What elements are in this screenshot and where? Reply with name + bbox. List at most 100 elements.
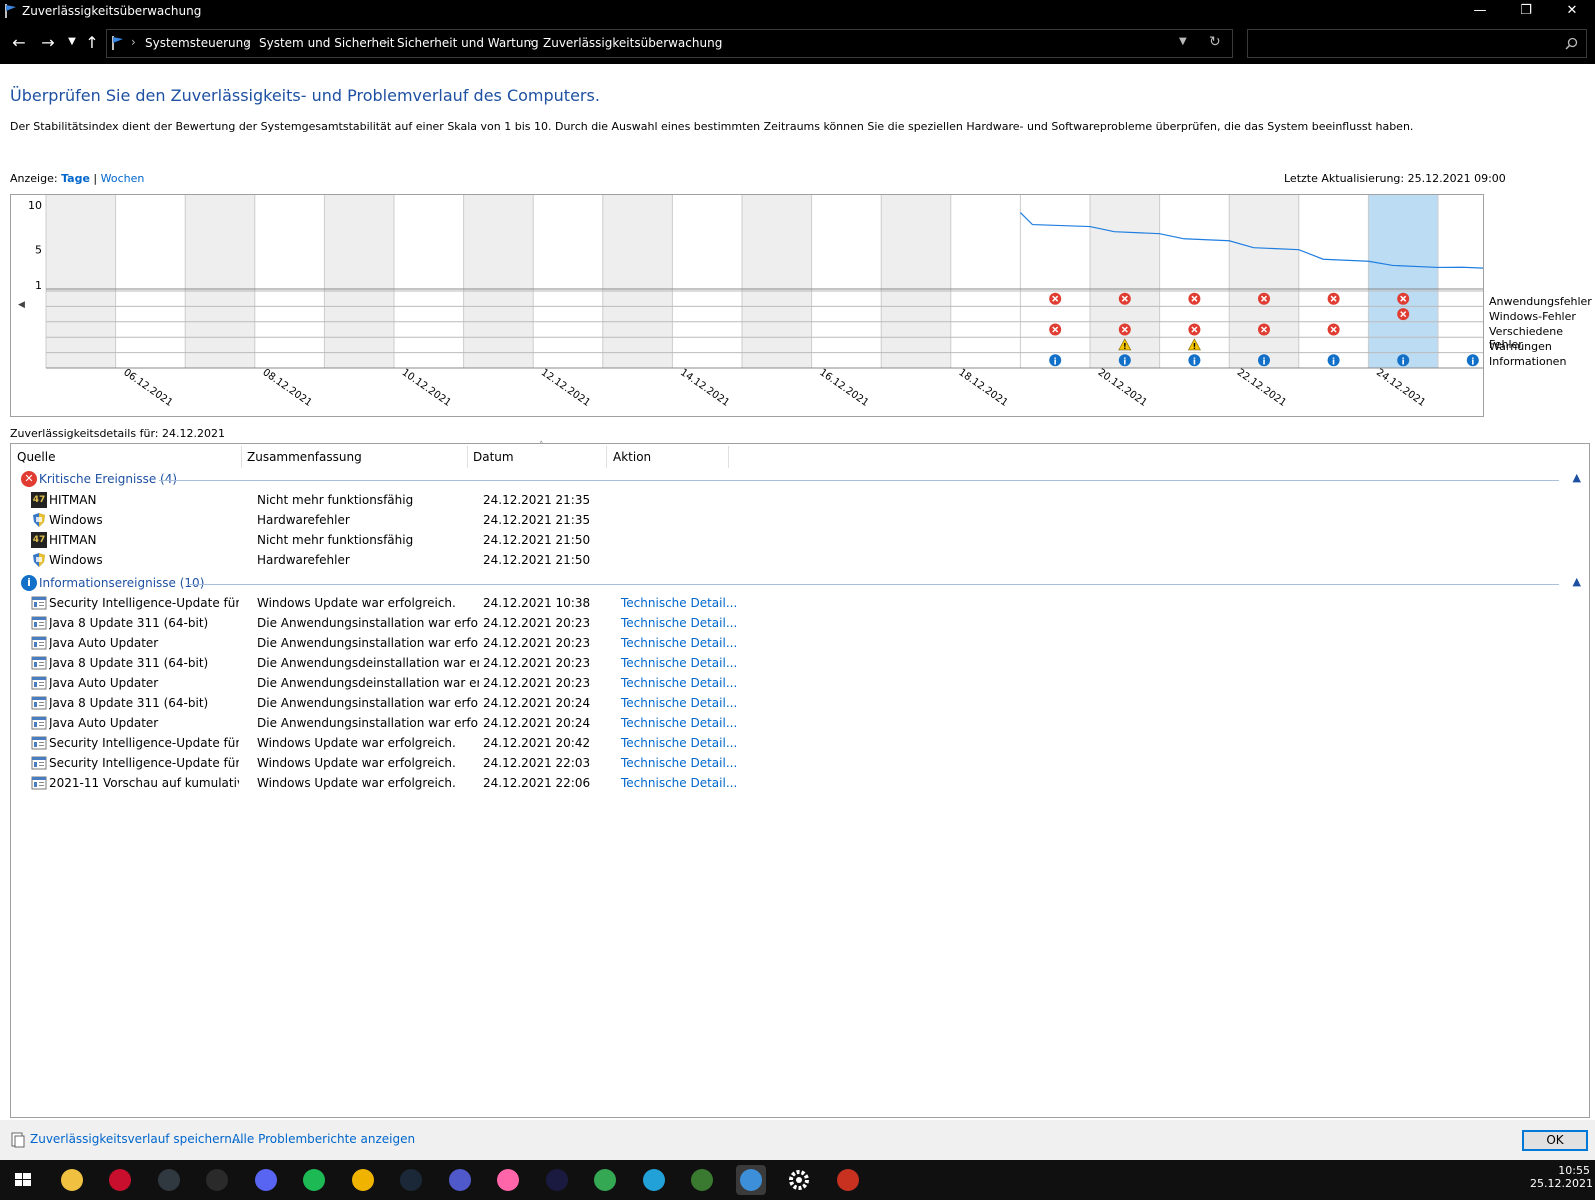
discord-icon[interactable] xyxy=(251,1165,281,1195)
chart-day-column[interactable] xyxy=(254,195,325,368)
windows-start-icon[interactable] xyxy=(8,1165,38,1195)
breadcrumb-zuverlaessigkeitsueberwachung[interactable]: Zuverlässigkeitsüberwachung xyxy=(543,36,722,50)
column-header-source[interactable]: Quelle xyxy=(17,450,55,468)
chart-day-column[interactable] xyxy=(115,195,186,368)
table-row[interactable]: 2021-11 Vorschau auf kumulatives... Windo… xyxy=(31,773,1591,793)
technical-details-link[interactable]: Technische Detail... xyxy=(621,716,737,730)
column-header-action[interactable]: Aktion xyxy=(613,450,651,468)
stability-chart[interactable]: 10 5 1!! i i i i i i i 06.12.2021 08.12.2021 10.12.2… xyxy=(10,194,1520,417)
save-history-link[interactable]: Zuverlässigkeitsverlauf speichern... xyxy=(30,1132,243,1146)
minecraft-icon[interactable] xyxy=(687,1165,717,1195)
chart-day-column[interactable] xyxy=(1368,195,1438,368)
table-row[interactable]: Security Intelligence-Update für M... Win… xyxy=(31,733,1591,753)
all-reports-link[interactable]: Alle Problemberichte anzeigen xyxy=(232,1132,415,1146)
chart-day-column[interactable] xyxy=(324,195,394,368)
chart-day-column[interactable] xyxy=(463,195,534,368)
chrome-icon[interactable] xyxy=(590,1165,620,1195)
column-header-summary[interactable]: Zusammenfassung xyxy=(247,450,362,468)
refresh-icon[interactable]: ↻ xyxy=(1209,34,1221,50)
chart-day-column[interactable] xyxy=(533,195,603,368)
stability-chart-svg[interactable]: 10 5 1! ! i i i i i i i 06.12.2021 08.12.2021 10.12.2… xyxy=(11,195,1520,416)
chart-day-column[interactable] xyxy=(185,195,255,368)
group-critical-events[interactable]: ✕ Kritische Ereignisse (4) ▲ xyxy=(21,471,1581,489)
column-divider[interactable] xyxy=(728,446,729,468)
osu-icon[interactable] xyxy=(493,1165,523,1195)
chart-day-column[interactable] xyxy=(1298,195,1369,368)
table-row[interactable]: Windows Hardwarefehler 24.12.2021 21:35 xyxy=(31,510,1591,530)
table-row[interactable]: Java 8 Update 311 (64-bit) Die Anwendungs… xyxy=(31,613,1591,633)
address-bar[interactable]: › Systemsteuerung › System und Sicherhei… xyxy=(106,29,1233,58)
chart-day-column[interactable] xyxy=(1229,195,1299,368)
collapse-icon[interactable]: ▲ xyxy=(1573,471,1581,484)
table-row[interactable]: Java Auto Updater Die Anwendungsdeinstall… xyxy=(31,673,1591,693)
game-app-icon[interactable] xyxy=(833,1165,863,1195)
g-hub-icon[interactable] xyxy=(154,1165,184,1195)
chart-day-column[interactable] xyxy=(672,195,742,368)
settings-icon[interactable] xyxy=(784,1165,814,1195)
view-weeks-link[interactable]: Wochen xyxy=(101,172,145,185)
table-row[interactable]: Security Intelligence-Update für M... Win… xyxy=(31,593,1591,613)
technical-details-link[interactable]: Technische Detail... xyxy=(621,656,737,670)
taskbar-clock[interactable]: 10:55 25.12.2021 xyxy=(1530,1164,1593,1190)
reliability-monitor-icon[interactable] xyxy=(735,1165,766,1195)
breadcrumb-sicherheit-und-wartung[interactable]: Sicherheit und Wartung xyxy=(397,36,539,50)
chart-day-column[interactable] xyxy=(46,195,116,368)
column-header-date[interactable]: Datum xyxy=(473,450,514,468)
row-source: Java 8 Update 311 (64-bit) xyxy=(49,616,209,630)
scroll-left-icon[interactable]: ◀ xyxy=(18,300,25,310)
breadcrumb-separator: › xyxy=(383,35,388,49)
spotify-icon[interactable] xyxy=(299,1165,329,1195)
breadcrumb-system-und-sicherheit[interactable]: System und Sicherheit xyxy=(259,36,395,50)
up-button[interactable]: ↑ xyxy=(81,33,103,52)
technical-details-link[interactable]: Technische Detail... xyxy=(621,596,737,610)
chart-day-column[interactable] xyxy=(881,195,951,368)
table-row[interactable]: Java 8 Update 311 (64-bit) Die Anwendungs… xyxy=(31,693,1591,713)
teams-icon[interactable] xyxy=(445,1165,475,1195)
chart-day-column[interactable] xyxy=(602,195,673,368)
chart-day-column[interactable] xyxy=(1020,195,1090,368)
breadcrumb-systemsteuerung[interactable]: Systemsteuerung xyxy=(145,36,251,50)
chart-day-column[interactable] xyxy=(394,195,464,368)
table-row[interactable]: Java Auto Updater Die Anwendungsinstallat… xyxy=(31,633,1591,653)
technical-details-link[interactable]: Technische Detail... xyxy=(621,736,737,750)
chart-day-column[interactable] xyxy=(1438,195,1508,368)
events-list[interactable]: Quelle Zusammenfassung Datum ˄ Aktion ✕ … xyxy=(10,441,1591,1118)
table-row[interactable]: 47 HITMAN Nicht mehr funktionsfähig 24.12.2… xyxy=(31,530,1591,550)
drone-app-icon[interactable] xyxy=(639,1165,669,1195)
back-button[interactable]: ← xyxy=(8,33,30,52)
opera-icon[interactable] xyxy=(105,1165,135,1195)
chart-day-column[interactable] xyxy=(950,195,1021,368)
table-row[interactable]: Windows Hardwarefehler 24.12.2021 21:50 xyxy=(31,550,1591,570)
table-row[interactable]: Java 8 Update 311 (64-bit) Die Anwendungs… xyxy=(31,653,1591,673)
technical-details-link[interactable]: Technische Detail... xyxy=(621,756,737,770)
chart-day-column[interactable] xyxy=(742,195,812,368)
table-row[interactable]: Security Intelligence-Update für M... Win… xyxy=(31,753,1591,773)
chevron-down-icon[interactable]: ▼ xyxy=(1179,36,1187,47)
technical-details-link[interactable]: Technische Detail... xyxy=(621,676,737,690)
technical-details-link[interactable]: Technische Detail... xyxy=(621,616,737,630)
technical-details-link[interactable]: Technische Detail... xyxy=(621,636,737,650)
table-row[interactable]: 47 HITMAN Nicht mehr funktionsfähig 24.12.2… xyxy=(31,490,1591,510)
column-divider[interactable] xyxy=(241,446,242,468)
technical-details-link[interactable]: Technische Detail... xyxy=(621,696,737,710)
epic-games-icon[interactable] xyxy=(202,1165,232,1195)
recent-locations-button[interactable]: ▼ xyxy=(61,36,83,47)
view-days-link[interactable]: Tage xyxy=(61,172,90,185)
search-input[interactable] xyxy=(1247,29,1587,58)
forward-button[interactable]: → xyxy=(37,33,59,52)
column-divider[interactable] xyxy=(467,446,468,468)
technical-details-link[interactable]: Technische Detail... xyxy=(621,776,737,790)
steam-icon[interactable] xyxy=(396,1165,426,1195)
app-dark-icon[interactable] xyxy=(542,1165,572,1195)
column-divider[interactable] xyxy=(606,446,607,468)
close-button[interactable]: ✕ xyxy=(1549,0,1595,24)
chart-day-column[interactable] xyxy=(811,195,882,368)
table-row[interactable]: Java Auto Updater Die Anwendungsinstallat… xyxy=(31,713,1591,733)
app-shield-icon[interactable] xyxy=(348,1165,378,1195)
restore-button[interactable]: ❐ xyxy=(1503,0,1549,24)
group-info-events[interactable]: i Informationsereignisse (10) ▲ xyxy=(21,575,1581,593)
minimize-button[interactable]: — xyxy=(1457,0,1503,24)
file-explorer-icon[interactable] xyxy=(57,1165,87,1195)
ok-button[interactable]: OK xyxy=(1522,1130,1588,1151)
collapse-icon[interactable]: ▲ xyxy=(1573,575,1581,588)
